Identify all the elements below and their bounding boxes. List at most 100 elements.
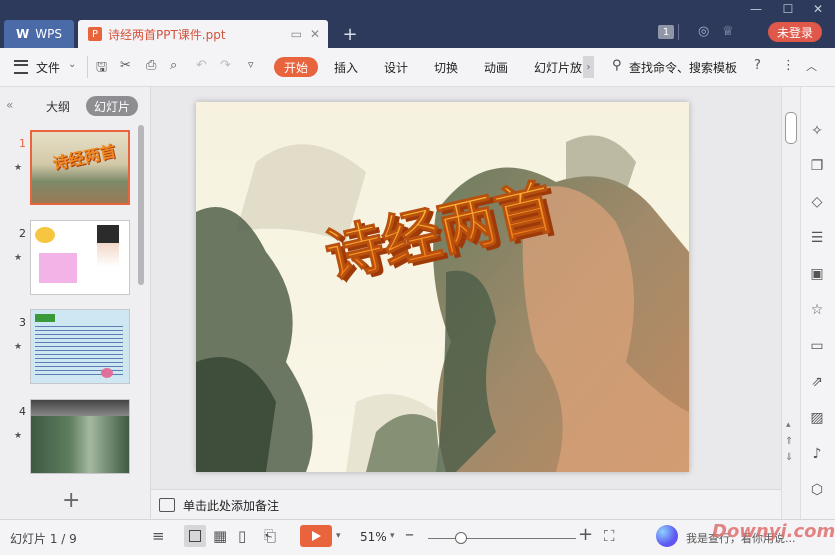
slide-thumbnail-2[interactable] — [30, 220, 130, 295]
slide-thumbnail-3[interactable] — [30, 309, 130, 384]
close-window-icon[interactable]: ✕ — [806, 0, 830, 18]
help-icon[interactable]: ? — [754, 58, 761, 73]
file-menu[interactable]: 文件 — [36, 59, 60, 76]
collapse-ribbon-icon[interactable]: ︿ — [806, 58, 817, 74]
assistant-icon[interactable] — [656, 525, 678, 547]
volume-icon[interactable]: ♪ — [808, 445, 826, 463]
zoom-dropdown-icon[interactable]: ▾ — [390, 531, 395, 541]
quick-access-more-icon[interactable]: ▿ — [248, 58, 254, 71]
thumb-heading-block — [35, 314, 55, 322]
close-tab-icon[interactable]: ✕ — [310, 27, 320, 41]
emoji-sticker — [35, 227, 55, 243]
animation-star-icon: ★ — [14, 431, 23, 441]
image-icon[interactable]: ▨ — [808, 409, 826, 427]
search-icon: ⚲ — [612, 58, 622, 73]
thumb-landscape — [31, 416, 129, 473]
wps-tab-label: WPS — [35, 27, 62, 41]
thumb-text-box — [39, 253, 77, 283]
landscape-painting: 诗经两首 诗经两首 — [196, 102, 689, 472]
animation-star-icon: ★ — [14, 342, 23, 352]
collapse-panel-icon[interactable]: « — [6, 98, 13, 112]
notes-placeholder: 单击此处添加备注 — [183, 498, 280, 513]
zoom-out-icon[interactable]: – — [405, 524, 414, 545]
hamburger-icon[interactable] — [14, 60, 28, 74]
tab-slides[interactable]: 幻灯片 — [86, 96, 138, 116]
window-count-badge[interactable]: 1 — [658, 25, 674, 39]
slide-thumbnail-1[interactable]: 诗经两首 — [30, 130, 130, 205]
notes-icon — [159, 498, 175, 512]
print-preview-icon[interactable]: ⌕ — [170, 58, 177, 73]
play-icon — [312, 531, 321, 541]
add-slide-button[interactable]: + — [62, 488, 80, 513]
login-button[interactable]: 未登录 — [768, 22, 822, 42]
thumb-number: 2 — [19, 227, 26, 240]
site-watermark: Downyi.com — [712, 521, 835, 542]
thumb-number: 3 — [19, 316, 26, 329]
tab-home[interactable]: 开始 — [274, 57, 318, 77]
play-options-icon[interactable]: ▾ — [336, 531, 341, 541]
gallery-icon[interactable]: ▣ — [808, 265, 826, 283]
shield-icon[interactable]: ⬡ — [808, 481, 826, 499]
vertical-scroll-thumb[interactable] — [785, 112, 797, 144]
animation-star-icon: ★ — [14, 163, 23, 173]
next-slide-icon[interactable]: ⇓ — [785, 452, 793, 463]
divider — [87, 56, 88, 78]
maximize-icon[interactable]: ☐ — [776, 0, 800, 18]
zoom-level[interactable]: 51% — [360, 530, 387, 544]
reading-view-icon[interactable]: ▯ — [238, 527, 246, 545]
shape-icon[interactable]: ◇ — [808, 193, 826, 211]
thumb-number: 4 — [19, 405, 26, 418]
minimize-icon[interactable]: — — [744, 0, 768, 18]
undo-icon[interactable]: ↶ — [196, 58, 207, 73]
document-tab[interactable]: P 诗经两首PPT课件.ppt ▭ ✕ — [78, 20, 328, 48]
settings-sliders-icon[interactable]: ☰ — [808, 229, 826, 247]
animation-star-icon: ★ — [14, 253, 23, 263]
new-tab-button[interactable]: + — [340, 20, 360, 48]
save-icon[interactable]: 🖫 — [96, 58, 107, 80]
slide-sorter-icon[interactable]: ▦ — [213, 527, 227, 545]
float-window-icon[interactable]: ▭ — [291, 27, 302, 41]
tab-design[interactable]: 设计 — [384, 59, 408, 76]
share-export-icon[interactable]: ⇗ — [808, 373, 826, 391]
zoom-in-icon[interactable]: + — [578, 524, 593, 545]
copy-icon[interactable]: ❐ — [808, 157, 826, 175]
thumb-flower — [101, 368, 113, 378]
ppt-file-icon: P — [88, 27, 102, 41]
record-icon[interactable]: ⎗ — [264, 527, 276, 545]
tab-slideshow[interactable]: 幻灯片放 — [534, 59, 582, 76]
redo-icon[interactable]: ↷ — [220, 58, 231, 73]
wps-logo-icon: W — [16, 27, 30, 41]
command-search[interactable]: 查找命令、搜索模板 — [629, 59, 737, 76]
wps-home-tab[interactable]: W WPS — [4, 20, 74, 48]
thumbnail-scrollbar[interactable] — [138, 125, 144, 285]
fit-window-icon[interactable]: ⛶ — [604, 527, 615, 545]
tabs-scroll-right-icon[interactable]: › — [583, 56, 594, 78]
shirt-icon[interactable]: ♕ — [722, 24, 734, 39]
current-slide[interactable]: 诗经两首 诗经两首 — [196, 102, 689, 472]
divider — [678, 24, 679, 40]
tab-outline[interactable]: 大纲 — [46, 98, 70, 115]
slide-thumbnail-4[interactable] — [30, 399, 130, 474]
chevron-down-icon[interactable]: ⌄ — [68, 59, 76, 70]
thumb-title-art: 诗经两首 — [51, 141, 118, 174]
favorite-star-icon[interactable]: ☆ — [808, 301, 826, 319]
archive-box-icon[interactable]: ▭ — [808, 337, 826, 355]
star-magic-icon[interactable]: ✧ — [808, 122, 826, 140]
tab-transition[interactable]: 切换 — [434, 59, 458, 76]
zoom-slider[interactable] — [428, 538, 576, 539]
tab-insert[interactable]: 插入 — [334, 59, 358, 76]
notes-pane[interactable]: 单击此处添加备注 — [151, 489, 781, 520]
more-options-icon[interactable]: ⋮ — [782, 58, 795, 73]
thumb-ink-top — [31, 400, 129, 416]
notes-toggle-icon[interactable]: ≡ — [152, 527, 165, 545]
format-painter-icon[interactable]: ✂ — [120, 58, 131, 73]
zoom-slider-knob[interactable] — [455, 532, 467, 544]
thumb-figure — [97, 225, 119, 285]
normal-view-icon[interactable] — [184, 525, 206, 547]
scroll-up-arrow-icon[interactable]: ▴ — [786, 420, 791, 430]
tab-animation[interactable]: 动画 — [484, 59, 508, 76]
previous-slide-icon[interactable]: ⇑ — [785, 436, 793, 447]
play-slideshow-button[interactable] — [300, 525, 332, 547]
print-icon[interactable]: ⎙ — [146, 58, 156, 73]
skin-icon[interactable]: ◎ — [698, 24, 709, 39]
